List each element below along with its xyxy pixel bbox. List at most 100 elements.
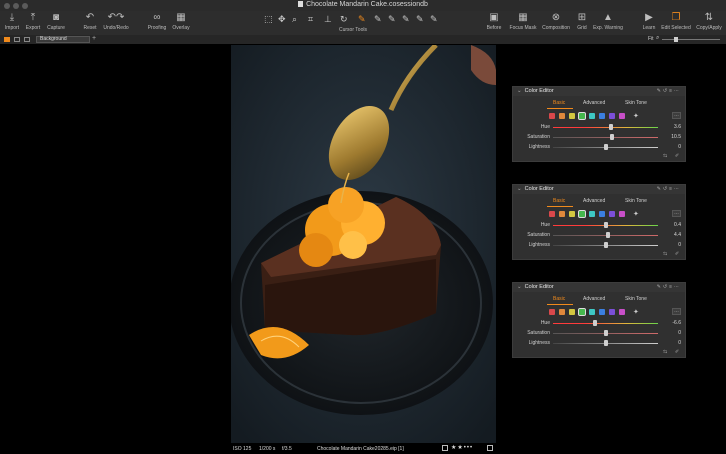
color-swatch[interactable] bbox=[589, 309, 595, 315]
color-swatch[interactable] bbox=[549, 211, 555, 217]
tab-skin-tone[interactable]: Skin Tone bbox=[625, 100, 647, 106]
color-swatch[interactable] bbox=[578, 112, 586, 120]
panel-controls-icon[interactable]: ✎↺≡⋯ bbox=[657, 87, 681, 96]
tab-basic[interactable]: Basic bbox=[553, 198, 565, 204]
straighten-cursor-icon[interactable]: ⊥ bbox=[324, 14, 332, 25]
copy-apply-button[interactable]: ⇅ Copy/Apply bbox=[694, 12, 724, 31]
tab-basic[interactable]: Basic bbox=[553, 296, 565, 302]
slider-track[interactable] bbox=[553, 127, 658, 128]
proofing-button[interactable]: ∞ Proofing bbox=[146, 12, 168, 31]
slider-knob[interactable] bbox=[609, 134, 614, 140]
slider-value[interactable]: 0 bbox=[678, 330, 681, 336]
grid-button[interactable]: ⊞ Grid bbox=[574, 12, 590, 31]
before-button[interactable]: ▣ Before bbox=[484, 12, 504, 31]
add-icon[interactable]: + bbox=[92, 35, 96, 42]
color-swatch[interactable] bbox=[589, 211, 595, 217]
slider-knob[interactable] bbox=[603, 242, 608, 248]
reset-arrows-icon[interactable]: ⇆ bbox=[663, 251, 667, 257]
erase-cursor-icon[interactable]: ✎ bbox=[388, 14, 396, 25]
color-swatch[interactable] bbox=[619, 309, 625, 315]
annotate-cursor-icon[interactable]: ✎ bbox=[402, 14, 410, 25]
pan-cursor-icon[interactable]: ✥ bbox=[278, 14, 286, 25]
select-cursor-icon[interactable]: ⬚ bbox=[264, 14, 273, 25]
slider-knob[interactable] bbox=[605, 232, 610, 238]
slider-value[interactable]: 0.4 bbox=[674, 222, 681, 228]
color-swatch[interactable] bbox=[559, 309, 565, 315]
exposure-warning-button[interactable]: ▲ Exp. Warning bbox=[593, 12, 623, 31]
heal-cursor-icon[interactable]: ✎ bbox=[430, 14, 438, 25]
more-options-button[interactable]: … bbox=[672, 112, 681, 119]
tab-advanced[interactable]: Advanced bbox=[583, 296, 605, 302]
rating-stars-icon[interactable]: ★★••• bbox=[451, 444, 473, 451]
picker-icon[interactable]: ✦ bbox=[633, 210, 639, 218]
tab-basic[interactable]: Basic bbox=[553, 100, 565, 106]
undo-redo-button[interactable]: ↶↷ Undo/Redo bbox=[102, 12, 130, 31]
slider-track[interactable] bbox=[553, 323, 658, 324]
color-swatch[interactable] bbox=[578, 210, 586, 218]
slider-knob[interactable] bbox=[608, 124, 613, 130]
slider-value[interactable]: 3.6 bbox=[674, 124, 681, 130]
overlay-button[interactable]: ▦ Overlay bbox=[170, 12, 192, 31]
panel-header[interactable]: ⌄ Color Editor ✎↺≡⋯ bbox=[513, 283, 685, 292]
color-swatch[interactable] bbox=[578, 308, 586, 316]
slider-knob[interactable] bbox=[603, 222, 608, 228]
composition-button[interactable]: ⊗ Composition bbox=[541, 12, 571, 31]
eyedropper-icon[interactable]: ✐ bbox=[675, 349, 679, 355]
collapse-chevron-icon[interactable]: ⌄ bbox=[517, 283, 522, 292]
zoom-slider-knob[interactable] bbox=[674, 37, 678, 42]
slider-value[interactable]: -6.6 bbox=[672, 320, 681, 326]
color-swatch[interactable] bbox=[599, 309, 605, 315]
more-options-button[interactable]: … bbox=[672, 210, 681, 217]
collapse-chevron-icon[interactable]: ⌄ bbox=[517, 185, 522, 194]
crop-cursor-icon[interactable]: ⌗ bbox=[308, 14, 313, 25]
color-swatch[interactable] bbox=[569, 211, 575, 217]
more-options-button[interactable]: … bbox=[672, 308, 681, 315]
color-swatch[interactable] bbox=[619, 211, 625, 217]
color-swatch[interactable] bbox=[599, 211, 605, 217]
edit-selected-button[interactable]: ❐ Edit Selected bbox=[660, 12, 692, 31]
eyedropper-icon[interactable]: ✐ bbox=[675, 251, 679, 257]
reset-arrows-icon[interactable]: ⇆ bbox=[663, 349, 667, 355]
brush-cursor-icon[interactable]: ✎ bbox=[374, 14, 382, 25]
slider-value[interactable]: 4.4 bbox=[674, 232, 681, 238]
color-swatch[interactable] bbox=[599, 113, 605, 119]
color-picker-cursor-icon[interactable]: ✎ bbox=[358, 14, 366, 25]
color-swatch[interactable] bbox=[609, 113, 615, 119]
slider-value[interactable]: 0 bbox=[678, 242, 681, 248]
export-button[interactable]: ⤒ Export bbox=[24, 12, 42, 31]
loupe-cursor-icon[interactable]: ⌕ bbox=[292, 14, 297, 25]
color-swatch[interactable] bbox=[569, 309, 575, 315]
reset-arrows-icon[interactable]: ⇆ bbox=[663, 153, 667, 159]
color-swatch[interactable] bbox=[609, 211, 615, 217]
background-select[interactable]: Background bbox=[36, 36, 90, 43]
color-tag-icon[interactable] bbox=[487, 445, 493, 451]
panel-controls-icon[interactable]: ✎↺≡⋯ bbox=[657, 185, 681, 194]
learn-button[interactable]: ▶ Learn bbox=[640, 12, 658, 31]
capture-button[interactable]: ◙ Capture bbox=[46, 12, 66, 31]
panel-header[interactable]: ⌄ Color Editor ✎↺≡⋯ bbox=[513, 185, 685, 194]
multi-view-icon[interactable] bbox=[4, 37, 10, 42]
zoom-fit-label[interactable]: Fit bbox=[648, 36, 654, 42]
slider-knob[interactable] bbox=[593, 320, 597, 326]
tab-skin-tone[interactable]: Skin Tone bbox=[625, 296, 647, 302]
color-swatch[interactable] bbox=[559, 113, 565, 119]
reset-button[interactable]: ↶ Reset bbox=[82, 12, 98, 31]
picker-icon[interactable]: ✦ bbox=[633, 112, 639, 120]
compare-view-icon[interactable] bbox=[24, 37, 30, 42]
import-button[interactable]: ⤓ Import bbox=[3, 12, 21, 31]
slider-track[interactable] bbox=[553, 137, 658, 138]
color-swatch[interactable] bbox=[619, 113, 625, 119]
slider-knob[interactable] bbox=[603, 330, 608, 336]
single-view-icon[interactable] bbox=[14, 37, 20, 42]
eyedropper-icon[interactable]: ✐ bbox=[675, 153, 679, 159]
slider-value[interactable]: 0 bbox=[678, 144, 681, 150]
color-swatch[interactable] bbox=[549, 309, 555, 315]
image-viewer[interactable] bbox=[231, 45, 496, 443]
slider-knob[interactable] bbox=[603, 340, 608, 346]
tab-advanced[interactable]: Advanced bbox=[583, 198, 605, 204]
tab-skin-tone[interactable]: Skin Tone bbox=[625, 198, 647, 204]
slider-knob[interactable] bbox=[603, 144, 608, 150]
panel-controls-icon[interactable]: ✎↺≡⋯ bbox=[657, 283, 681, 292]
select-checkbox[interactable] bbox=[442, 445, 448, 451]
focus-mask-button[interactable]: ▦ Focus Mask bbox=[508, 12, 538, 31]
